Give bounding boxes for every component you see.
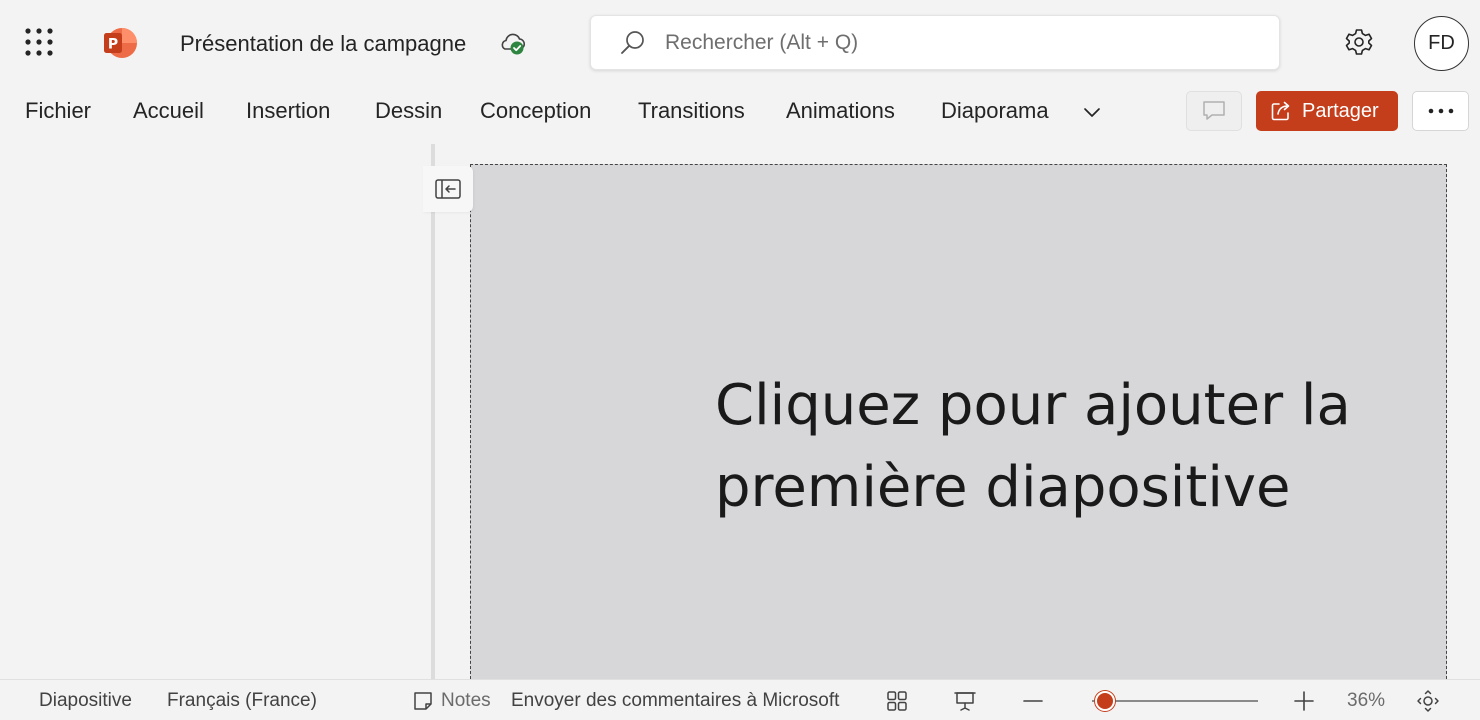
ellipsis-icon — [1427, 107, 1455, 115]
zoom-out-minus-icon[interactable] — [1021, 689, 1045, 713]
tab-conception[interactable]: Conception — [480, 98, 591, 124]
share-icon — [1270, 100, 1292, 122]
zoom-slider-track[interactable] — [1092, 700, 1258, 702]
slide-prompt-line-1: Cliquez pour ajouter la — [715, 373, 1351, 438]
presenter-view-icon[interactable] — [953, 689, 977, 713]
tab-accueil[interactable]: Accueil — [133, 98, 204, 124]
comments-button[interactable] — [1186, 91, 1242, 131]
share-button-label: Partager — [1302, 99, 1379, 122]
zoom-slider-thumb[interactable] — [1095, 691, 1116, 711]
document-title[interactable]: Présentation de la campagne — [180, 31, 466, 57]
user-avatar[interactable]: FD — [1414, 16, 1469, 71]
fit-to-window-icon[interactable] — [1416, 689, 1440, 713]
collapse-pane-button[interactable] — [423, 166, 473, 212]
notes-icon[interactable] — [411, 689, 435, 713]
app-launcher-icon[interactable] — [24, 27, 54, 57]
tab-transitions[interactable]: Transitions — [638, 98, 745, 124]
title-bar: P Présentation de la campagne FD — [0, 0, 1480, 84]
tab-fichier[interactable]: Fichier — [25, 98, 91, 124]
tab-insertion[interactable]: Insertion — [246, 98, 330, 124]
share-button[interactable]: Partager — [1256, 91, 1398, 131]
ribbon-tabs: Fichier Accueil Insertion Dessin Concept… — [0, 84, 1480, 140]
search-icon — [619, 29, 647, 57]
slide-sorter-grid-icon[interactable] — [885, 689, 909, 713]
slide-canvas[interactable]: Cliquez pour ajouter la première diaposi… — [470, 164, 1447, 684]
zoom-level[interactable]: 36% — [1347, 690, 1385, 712]
more-options-button[interactable] — [1412, 91, 1469, 131]
more-tabs-chevron-down-icon[interactable] — [1078, 98, 1106, 126]
pane-divider[interactable] — [431, 144, 435, 679]
feedback-link[interactable]: Envoyer des commentaires à Microsoft — [511, 690, 839, 712]
status-bar: Diapositive Français (France) Notes Envo… — [0, 679, 1480, 720]
search-input[interactable] — [665, 26, 1245, 60]
powerpoint-logo-icon[interactable]: P — [102, 27, 138, 59]
cloud-saved-icon[interactable] — [497, 28, 527, 58]
notes-button-label[interactable]: Notes — [441, 690, 491, 712]
search-box[interactable] — [590, 15, 1280, 70]
tab-diaporama[interactable]: Diaporama — [941, 98, 1049, 124]
collapse-pane-icon — [434, 178, 462, 200]
slide-thumbnail-pane[interactable] — [0, 144, 432, 679]
slide-prompt-line-2: première diapositive — [715, 455, 1291, 520]
zoom-in-plus-icon[interactable] — [1292, 689, 1316, 713]
tab-animations[interactable]: Animations — [786, 98, 895, 124]
settings-gear-icon[interactable] — [1343, 26, 1375, 58]
language-indicator[interactable]: Français (France) — [167, 690, 317, 712]
comment-icon — [1201, 99, 1227, 123]
logo-letter: P — [108, 37, 118, 53]
add-first-slide-prompt[interactable]: Cliquez pour ajouter la première diaposi… — [715, 365, 1415, 529]
tab-dessin[interactable]: Dessin — [375, 98, 442, 124]
slide-indicator: Diapositive — [39, 690, 132, 711]
